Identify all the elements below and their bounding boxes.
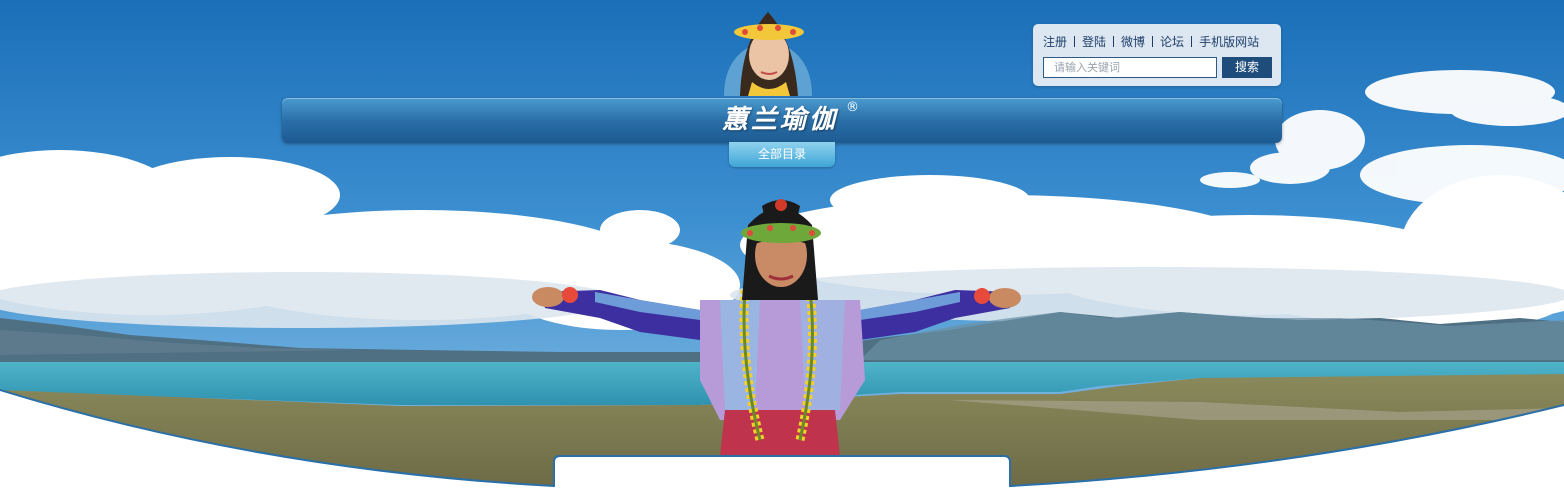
- link-separator: [1113, 35, 1115, 47]
- top-links: 注册 登陆 微博 论坛 手机版网站: [1043, 33, 1259, 49]
- forum-link[interactable]: 论坛: [1160, 33, 1184, 50]
- mobile-site-link[interactable]: 手机版网站: [1199, 33, 1259, 50]
- site-logo[interactable]: 蕙兰瑜伽: [722, 100, 862, 140]
- search-input[interactable]: [1043, 57, 1217, 78]
- registered-trademark: ®: [846, 100, 859, 115]
- login-link[interactable]: 登陆: [1082, 33, 1106, 50]
- all-catalog-button[interactable]: 全部目录: [729, 142, 835, 167]
- hero-banner-image: [0, 0, 1564, 488]
- top-utility-panel: 注册 登陆 微博 论坛 手机版网站 搜索: [1033, 24, 1281, 86]
- register-link[interactable]: 注册: [1043, 33, 1067, 50]
- link-separator: [1074, 35, 1076, 47]
- search-button[interactable]: 搜索: [1222, 57, 1272, 78]
- link-separator: [1191, 35, 1193, 47]
- weibo-link[interactable]: 微博: [1121, 33, 1145, 50]
- link-separator: [1152, 35, 1154, 47]
